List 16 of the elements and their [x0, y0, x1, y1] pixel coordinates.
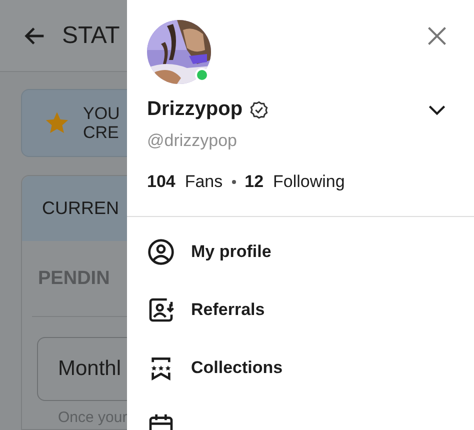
following-count[interactable]: 12 Following — [244, 172, 345, 192]
menu-item[interactable]: Referrals — [191, 300, 265, 320]
banner-text: CRE — [83, 123, 120, 142]
banner-text: YOU — [83, 104, 120, 123]
page-title: STAT — [62, 22, 120, 50]
menu-item[interactable]: My profile — [191, 242, 272, 262]
user-circle-icon — [147, 238, 175, 266]
fans-count[interactable]: 104 Fans — [147, 172, 223, 192]
card-title: CURREN — [42, 198, 120, 219]
menu-item[interactable]: Collections — [191, 358, 283, 378]
display-name: Drizzypop — [147, 98, 243, 121]
star-icon — [44, 110, 70, 136]
user-card-icon — [147, 296, 175, 324]
username: @drizzypop — [147, 131, 238, 151]
separator-dot-icon — [232, 180, 236, 184]
close-icon[interactable] — [426, 25, 448, 47]
